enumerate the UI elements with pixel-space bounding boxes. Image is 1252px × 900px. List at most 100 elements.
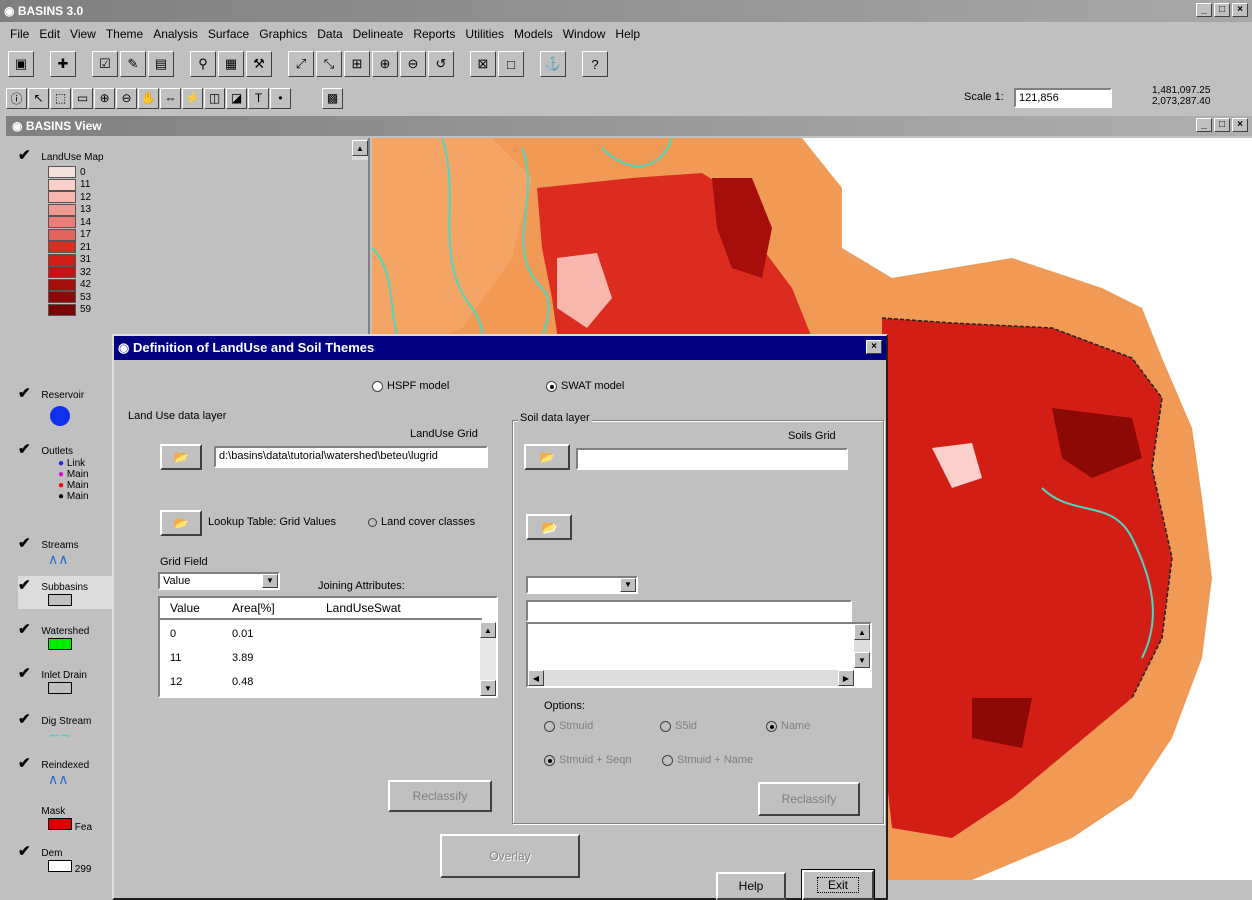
open-table-icon[interactable]: ▤ <box>148 51 174 77</box>
stmuid-radio-icon[interactable] <box>544 720 555 732</box>
menu-window[interactable]: Window <box>563 24 606 44</box>
table-row[interactable]: 0 0.01 <box>160 622 482 646</box>
stmuid-seqn-radio-icon[interactable] <box>544 754 555 766</box>
edit-legend-icon[interactable]: ✎ <box>120 51 146 77</box>
soil-field-select[interactable]: ▼ <box>526 576 638 594</box>
landcover-classes-option[interactable]: Land cover classes <box>368 516 475 528</box>
open-soils-button[interactable]: 📂 <box>524 444 570 470</box>
table-scrollbar[interactable]: ▲ ▼ <box>480 622 496 696</box>
chevron-down-icon[interactable]: ▼ <box>262 574 278 588</box>
select-features-icon[interactable]: ⊠ <box>470 51 496 77</box>
dialog-close-button[interactable]: × <box>866 340 882 354</box>
zoom-out-tool-icon[interactable]: ⊖ <box>116 87 137 109</box>
stmuid-name-radio-icon[interactable] <box>662 754 673 766</box>
reservoir-checkbox[interactable]: ✔ <box>18 385 31 402</box>
landuse-reclassify-button[interactable]: Reclassify <box>388 780 492 812</box>
draw-point-icon[interactable]: • <box>270 87 291 109</box>
pan-icon[interactable]: ✋ <box>138 87 159 109</box>
toc-outlets[interactable]: ✔ Outlets ● Link ● Main ● Main ● Main <box>18 440 89 502</box>
col-landuseswat-header[interactable]: LandUseSwat <box>326 601 401 615</box>
previous-extent-icon[interactable]: ↺ <box>428 51 454 77</box>
open-landuse-button[interactable]: 📂 <box>160 444 202 470</box>
option-stmuid-seqn[interactable]: Stmuid + Seqn <box>544 754 631 766</box>
scroll-up-icon[interactable]: ▲ <box>854 624 870 640</box>
table-row[interactable]: 12 0.48 <box>160 670 482 694</box>
streams-checkbox[interactable]: ✔ <box>18 535 31 552</box>
menu-theme[interactable]: Theme <box>106 24 143 44</box>
select-graphic-icon[interactable]: ▭ <box>72 87 93 109</box>
dig-stream-checkbox[interactable]: ✔ <box>18 711 31 728</box>
grid-field-select[interactable]: Value ▼ <box>158 572 280 590</box>
minimize-button[interactable]: _ <box>1196 3 1212 17</box>
menu-edit[interactable]: Edit <box>39 24 60 44</box>
toc-scroll-up[interactable]: ▲ <box>352 140 368 156</box>
soil-table-hscrollbar[interactable]: ◀ ▶ <box>528 670 854 686</box>
clear-selection-icon[interactable]: □ <box>498 51 524 77</box>
open-lookup-button[interactable]: 📂 <box>160 510 202 536</box>
scroll-right-icon[interactable]: ▶ <box>838 670 854 686</box>
reindexed-checkbox[interactable]: ✔ <box>18 755 31 772</box>
toc-dem[interactable]: ✔ Dem 299 <box>18 842 91 875</box>
view-close-button[interactable]: × <box>1232 118 1248 132</box>
close-button[interactable]: × <box>1232 3 1248 17</box>
toc-streams[interactable]: ✔ Streams ∧∧ <box>18 534 79 566</box>
toc-dig-stream[interactable]: ✔ Dig Stream ∼∼ <box>18 710 91 742</box>
zoom-in-icon[interactable]: ⊕ <box>372 51 398 77</box>
landuse-checkbox[interactable]: ✔ <box>18 147 31 164</box>
menu-delineate[interactable]: Delineate <box>353 24 404 44</box>
toc-landuse[interactable]: ✔ LandUse Map 0 11 12 13 14 17 21 31 32 42 53 59 <box>18 146 104 316</box>
option-stmuid-name[interactable]: Stmuid + Name <box>662 754 753 766</box>
theme-properties-icon[interactable]: ☑ <box>92 51 118 77</box>
name-radio-icon[interactable] <box>766 720 777 732</box>
scroll-down-icon[interactable]: ▼ <box>854 652 870 668</box>
landuse-grid-input[interactable]: d:\basins\data\tutorial\watershed\beteu\… <box>214 446 488 468</box>
maximize-button[interactable]: □ <box>1214 3 1230 17</box>
menu-reports[interactable]: Reports <box>413 24 455 44</box>
landuse-table[interactable]: Value Area[%] LandUseSwat 0 0.01 11 3.89… <box>158 596 498 698</box>
measure-icon[interactable]: ⇔ <box>160 87 181 109</box>
zoom-out-icon[interactable]: ⊖ <box>400 51 426 77</box>
toc-mask[interactable]: ✔ Mask Fea <box>18 800 92 833</box>
soils-grid-input[interactable] <box>576 448 848 470</box>
menu-utilities[interactable]: Utilities <box>465 24 504 44</box>
zoom-selected-icon[interactable]: ⊞ <box>344 51 370 77</box>
toc-inlet-drain[interactable]: ✔ Inlet Drain <box>18 664 87 697</box>
query-icon[interactable]: ⚒ <box>246 51 272 77</box>
menu-view[interactable]: View <box>70 24 96 44</box>
s5id-radio-icon[interactable] <box>660 720 671 732</box>
menu-file[interactable]: File <box>10 24 29 44</box>
toc-reservoir[interactable]: ✔ Reservoir <box>18 384 84 426</box>
menu-help[interactable]: Help <box>615 24 640 44</box>
inlet-checkbox[interactable]: ✔ <box>18 665 31 682</box>
soil-table[interactable]: ▲ ▼ ◀ ▶ <box>526 622 872 688</box>
view-minimize-button[interactable]: _ <box>1196 118 1212 132</box>
menu-surface[interactable]: Surface <box>208 24 249 44</box>
toc-reindexed[interactable]: ✔ Reindexed ∧∧ <box>18 754 89 786</box>
add-theme-icon[interactable]: ✚ <box>50 51 76 77</box>
pointer-icon[interactable]: ↖ <box>28 87 49 109</box>
help-icon[interactable]: ? <box>582 51 608 77</box>
menu-models[interactable]: Models <box>514 24 553 44</box>
hspf-radio-icon[interactable] <box>372 380 383 392</box>
swat-radio-icon[interactable] <box>546 380 557 392</box>
menu-data[interactable]: Data <box>317 24 342 44</box>
open-soil-lookup-button[interactable]: 📂 <box>526 514 572 540</box>
hotlink-icon[interactable]: ⚡ <box>182 87 203 109</box>
overlay-button[interactable]: Overlay <box>440 834 580 878</box>
radio-hspf-model[interactable]: HSPF model <box>372 380 449 392</box>
label-icon[interactable]: ◪ <box>226 87 247 109</box>
zoom-full-icon[interactable]: ⤢ <box>288 51 314 77</box>
locate-icon[interactable]: ▦ <box>218 51 244 77</box>
soil-reclassify-button[interactable]: Reclassify <box>758 782 860 816</box>
grid-tool-icon[interactable]: ▩ <box>322 87 343 109</box>
view-maximize-button[interactable]: □ <box>1214 118 1230 132</box>
landcover-radio-icon[interactable] <box>368 517 377 527</box>
chevron-down-icon[interactable]: ▼ <box>620 578 636 592</box>
save-icon[interactable]: ▣ <box>8 51 34 77</box>
table-row[interactable]: 11 3.89 <box>160 646 482 670</box>
menu-graphics[interactable]: Graphics <box>259 24 307 44</box>
col-area-header[interactable]: Area[%] <box>232 601 275 615</box>
area-of-interest-icon[interactable]: ◫ <box>204 87 225 109</box>
scale-input[interactable]: 121,856 <box>1014 88 1112 108</box>
scroll-down-icon[interactable]: ▼ <box>480 680 496 696</box>
